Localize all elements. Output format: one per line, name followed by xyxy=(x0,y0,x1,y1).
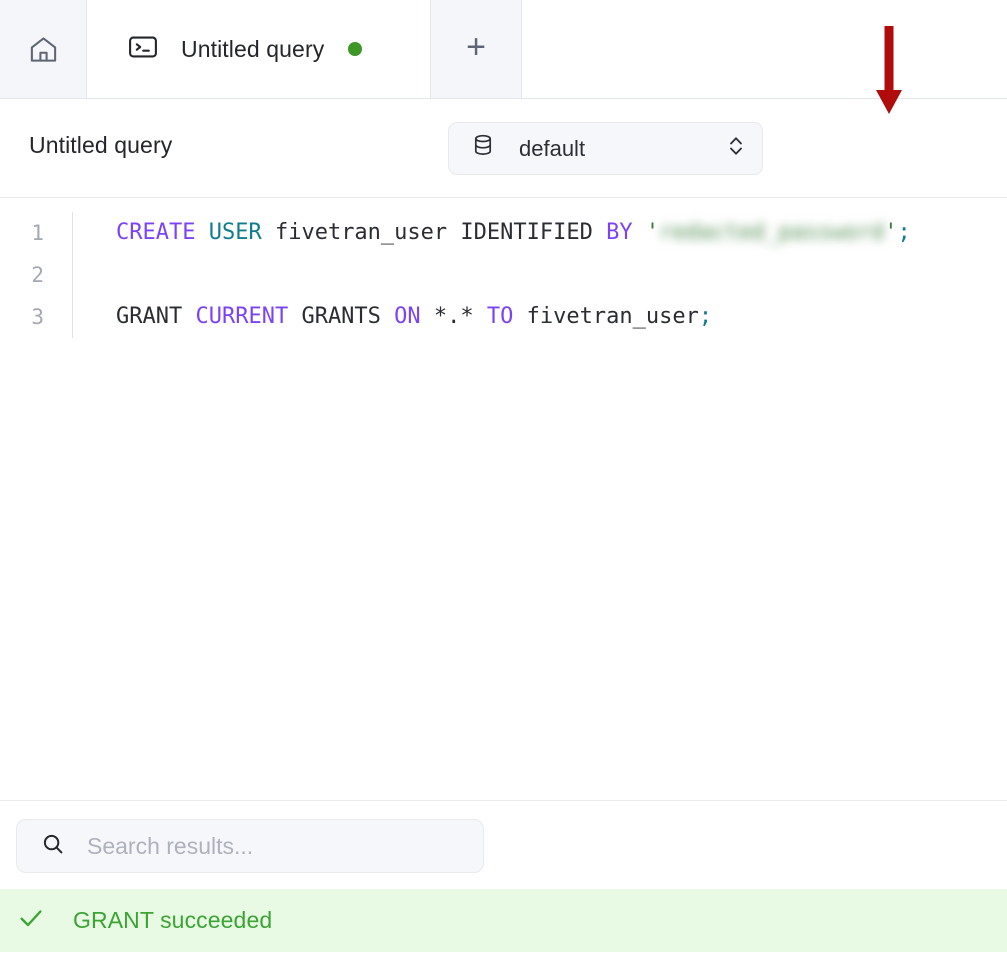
code-token: ' xyxy=(645,220,660,245)
code-text: GRANT CURRENT GRANTS ON *.* TO fivetran_… xyxy=(116,296,712,338)
code-text: CREATE USER fivetran_user IDENTIFIED BY … xyxy=(116,212,911,254)
check-icon xyxy=(16,903,46,938)
code-token: ; xyxy=(698,304,713,329)
database-selector[interactable]: default xyxy=(448,122,763,175)
code-token: ' xyxy=(884,220,898,245)
results-panel: GRANT succeeded xyxy=(0,800,1007,969)
code-line: 1 CREATE USER fivetran_user IDENTIFIED BY… xyxy=(0,212,1007,254)
tab-bar-filler xyxy=(522,0,1007,98)
chevron-updown-icon xyxy=(727,133,745,164)
search-icon xyxy=(41,832,65,861)
database-icon xyxy=(473,134,493,163)
code-token: ON xyxy=(394,304,421,329)
code-token: GRANT xyxy=(116,304,183,329)
line-number: 1 xyxy=(31,221,44,245)
code-token: TO xyxy=(486,304,514,329)
code-token: GRANTS xyxy=(288,304,395,329)
status-banner: GRANT succeeded xyxy=(0,889,1007,952)
tab-bar: Untitled query + xyxy=(0,0,1007,99)
tab-untitled-query[interactable]: Untitled query xyxy=(86,0,431,98)
code-line: 3 GRANT CURRENT GRANTS ON *.* TO fivetran… xyxy=(0,296,1007,338)
database-value: default xyxy=(519,135,586,161)
code-token: redacted_password xyxy=(659,220,885,245)
code-token: fivetran_user IDENTIFIED xyxy=(261,220,607,245)
search-results-box[interactable] xyxy=(16,819,484,873)
search-input[interactable] xyxy=(87,832,457,860)
code-lines: 1 CREATE USER fivetran_user IDENTIFIED BY… xyxy=(0,212,1007,338)
code-token: CREATE xyxy=(116,220,196,245)
code-token: BY xyxy=(606,220,633,245)
page-title: Untitled query xyxy=(29,132,173,158)
code-line: 2 xyxy=(0,254,1007,296)
plus-icon: + xyxy=(466,28,486,66)
line-number: 3 xyxy=(31,305,44,329)
tab-status-dot xyxy=(348,42,363,56)
home-icon xyxy=(28,34,59,65)
code-token: ; xyxy=(897,220,911,245)
home-button[interactable] xyxy=(0,0,86,98)
query-toolbar: Untitled query default Run xyxy=(0,99,1007,276)
tab-label: Untitled query xyxy=(181,35,325,62)
code-token: *.* xyxy=(420,304,487,329)
code-token: fivetran_user xyxy=(513,304,699,329)
code-token: USER xyxy=(208,220,262,245)
line-number: 2 xyxy=(31,263,44,287)
new-tab-button[interactable]: + xyxy=(431,0,522,98)
terminal-icon xyxy=(129,35,157,64)
status-message: GRANT succeeded xyxy=(73,907,273,933)
sql-editor[interactable]: 1 CREATE USER fivetran_user IDENTIFIED BY… xyxy=(0,198,1007,800)
code-token: CURRENT xyxy=(195,304,289,329)
